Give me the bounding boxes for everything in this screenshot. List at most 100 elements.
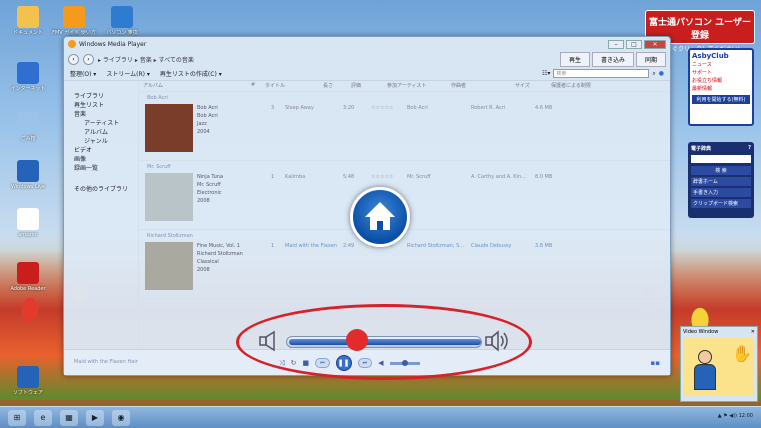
nav-video[interactable]: ビデオ — [74, 146, 134, 155]
seek-bar[interactable] — [258, 326, 510, 356]
nav-other-libraries[interactable]: その他のライブラリ — [74, 185, 134, 194]
search-icon[interactable]: ⌕ — [652, 70, 655, 78]
seek-knob[interactable] — [345, 329, 368, 351]
clipboard-search-button[interactable]: クリップボード検索 — [691, 199, 751, 208]
system-tray[interactable]: ▲ ⚑ ◀)) 12:00 — [718, 413, 753, 419]
media-player-logo-icon — [68, 40, 76, 48]
gadget-item[interactable]: サポート — [692, 69, 750, 76]
desktop-icon[interactable]: パソコン 乗換 — [100, 6, 144, 36]
track-num: 1 — [271, 243, 275, 249]
track-composer: Claude Debussy — [471, 243, 512, 249]
window-title: Windows Media Player — [79, 40, 147, 48]
dictionary-title: 電子辞典 — [691, 146, 712, 152]
album-art[interactable] — [145, 104, 193, 152]
back-button[interactable]: ‹ — [68, 53, 79, 65]
desktop-icon[interactable]: amazon — [6, 208, 50, 238]
album-meta-line: Fine Music, Vol. 1 — [197, 243, 240, 249]
track-composer: A. Carthy and A. Kin... — [471, 174, 526, 180]
column-header[interactable]: 参加アーティスト — [383, 82, 447, 91]
dictionary-gadget: 電子辞典? 検 索 辞書ホーム 手書き入力 クリップボード検索 — [688, 142, 754, 218]
organize-menu[interactable]: 整理(O) ▾ — [70, 69, 96, 78]
taskbar-icon[interactable]: ⊞ — [8, 409, 26, 426]
album-group-label: Mr. Scruff — [147, 164, 171, 170]
seek-track[interactable] — [286, 336, 482, 348]
close-button[interactable]: ✕ — [644, 39, 666, 49]
taskbar-icon[interactable]: ◉ — [112, 409, 130, 426]
handwriting-input-button[interactable]: 手書き入力 — [691, 188, 751, 197]
album-meta-line: Bob Acri — [197, 113, 218, 119]
column-header[interactable]: # — [247, 82, 261, 91]
close-icon[interactable]: ✕ — [751, 329, 755, 335]
view-options-icon[interactable]: ☷▾ — [542, 70, 550, 77]
dictionary-home-button[interactable]: 辞書ホーム — [691, 177, 751, 186]
desktop-icon-label: Windows Live — [10, 184, 46, 190]
column-header[interactable]: タイトル — [261, 82, 319, 91]
tab-burn[interactable]: 書き込み — [591, 51, 634, 67]
album-meta-line: Classical — [197, 259, 219, 265]
gadget-item[interactable]: お役立ち情報 — [692, 77, 750, 84]
stream-menu[interactable]: ストリーム(R) ▾ — [106, 69, 150, 78]
tab-play[interactable]: 再生 — [559, 51, 590, 67]
minimize-button[interactable]: – — [608, 39, 624, 49]
help-icon[interactable]: ● — [659, 70, 664, 77]
desktop-icon[interactable]: Windows Live — [6, 160, 50, 190]
app-icon — [111, 6, 133, 28]
album-meta-line: Electronic — [197, 190, 222, 196]
create-playlist-menu[interactable]: 再生リストの作成(C) ▾ — [160, 69, 222, 78]
taskbar-icon[interactable]: ▦ — [60, 409, 78, 426]
column-header[interactable]: 保護者による制限 — [547, 82, 617, 91]
taskbar-icon[interactable]: e — [34, 409, 52, 426]
desktop-icon[interactable]: Adobe Reader — [6, 262, 50, 292]
column-header[interactable]: 評価 — [347, 82, 383, 91]
nav-playlists[interactable]: 再生リスト — [74, 101, 134, 110]
album-group[interactable]: Bob Acri Bob Acri Bob Acri Jazz 2004 3 Sleep A… — [139, 92, 670, 161]
track-length: 3:20 — [343, 105, 355, 111]
album-art[interactable] — [145, 242, 193, 290]
tab-sync[interactable]: 同期 — [635, 51, 666, 67]
taskbar-icon[interactable]: ▶ — [86, 409, 104, 426]
forward-button[interactable]: › — [83, 53, 94, 65]
nav-genre[interactable]: ジャンル — [74, 137, 134, 146]
column-header[interactable]: サイズ — [511, 82, 547, 91]
desktop-icon[interactable]: ソフトウェア — [6, 366, 50, 396]
seek-progress — [289, 339, 481, 345]
home-icon[interactable] — [350, 187, 410, 247]
presenter-figure — [694, 350, 716, 394]
column-header[interactable]: 長さ — [319, 82, 347, 91]
maximize-button[interactable]: □ — [626, 39, 642, 49]
nav-recorded-tv[interactable]: 録画一覧 — [74, 164, 134, 173]
desktop-icon[interactable]: ごみ箱 — [6, 112, 50, 142]
app-icon — [17, 160, 39, 182]
video-window-title: Video Window — [683, 329, 719, 335]
breadcrumb[interactable]: ▸ ライブラリ ▸ 音楽 ▸ すべての音楽 — [98, 55, 194, 64]
speaker-high-icon — [485, 330, 508, 352]
nav-album[interactable]: アルバム — [74, 128, 134, 137]
app-icon — [63, 6, 85, 28]
nav-artist[interactable]: アーティスト — [74, 119, 134, 128]
desktop-icon[interactable]: インターネット — [6, 62, 50, 92]
album-meta-line: Jazz — [197, 121, 207, 127]
app-icon — [17, 208, 39, 230]
switch-to-now-playing-icon[interactable]: ▪▪ — [651, 359, 661, 367]
track-row[interactable]: 3 Sleep Away 3:20 ☆☆☆☆☆ Bob Acri Robert R. Ac… — [267, 104, 567, 160]
now-playing-title[interactable]: Maid with the Flaxen Hair — [74, 359, 138, 365]
track-row[interactable]: 1 Kalimba 5:48 ☆☆☆☆☆ Mr. Scruff A. Carthy and… — [267, 173, 567, 229]
column-header[interactable]: アルバム — [139, 82, 247, 91]
column-header[interactable]: 作曲者 — [447, 82, 511, 91]
nav-library[interactable]: ライブラリ — [74, 92, 134, 101]
nav-music[interactable]: 音楽 — [74, 110, 134, 119]
gadget-item[interactable]: 最新情報 — [692, 85, 750, 92]
desktop-icon[interactable]: ドキュメント — [6, 6, 50, 36]
desktop-icon-label: Adobe Reader — [10, 286, 46, 292]
gadget-item[interactable]: ニュース — [692, 61, 750, 68]
asbyclub-gadget[interactable]: AsbyClub ニュース サポート お役立ち情報 最新情報 利用を開始する(無… — [688, 48, 754, 126]
track-row[interactable]: 1 Maid with the Flaxen ... 2:49 ☆☆☆☆☆ Richar… — [267, 242, 567, 298]
help-icon[interactable]: ? — [748, 145, 751, 152]
search-input[interactable]: 検索 — [553, 69, 650, 78]
gadget-start-button[interactable]: 利用を開始する(無料) — [692, 95, 750, 104]
video-window[interactable]: Video Window ✕ ✋ — [680, 326, 758, 402]
dictionary-search-button[interactable]: 検 索 — [691, 166, 751, 175]
dictionary-input[interactable] — [691, 155, 751, 163]
nav-pictures[interactable]: 画像 — [74, 155, 134, 164]
album-art[interactable] — [145, 173, 193, 221]
